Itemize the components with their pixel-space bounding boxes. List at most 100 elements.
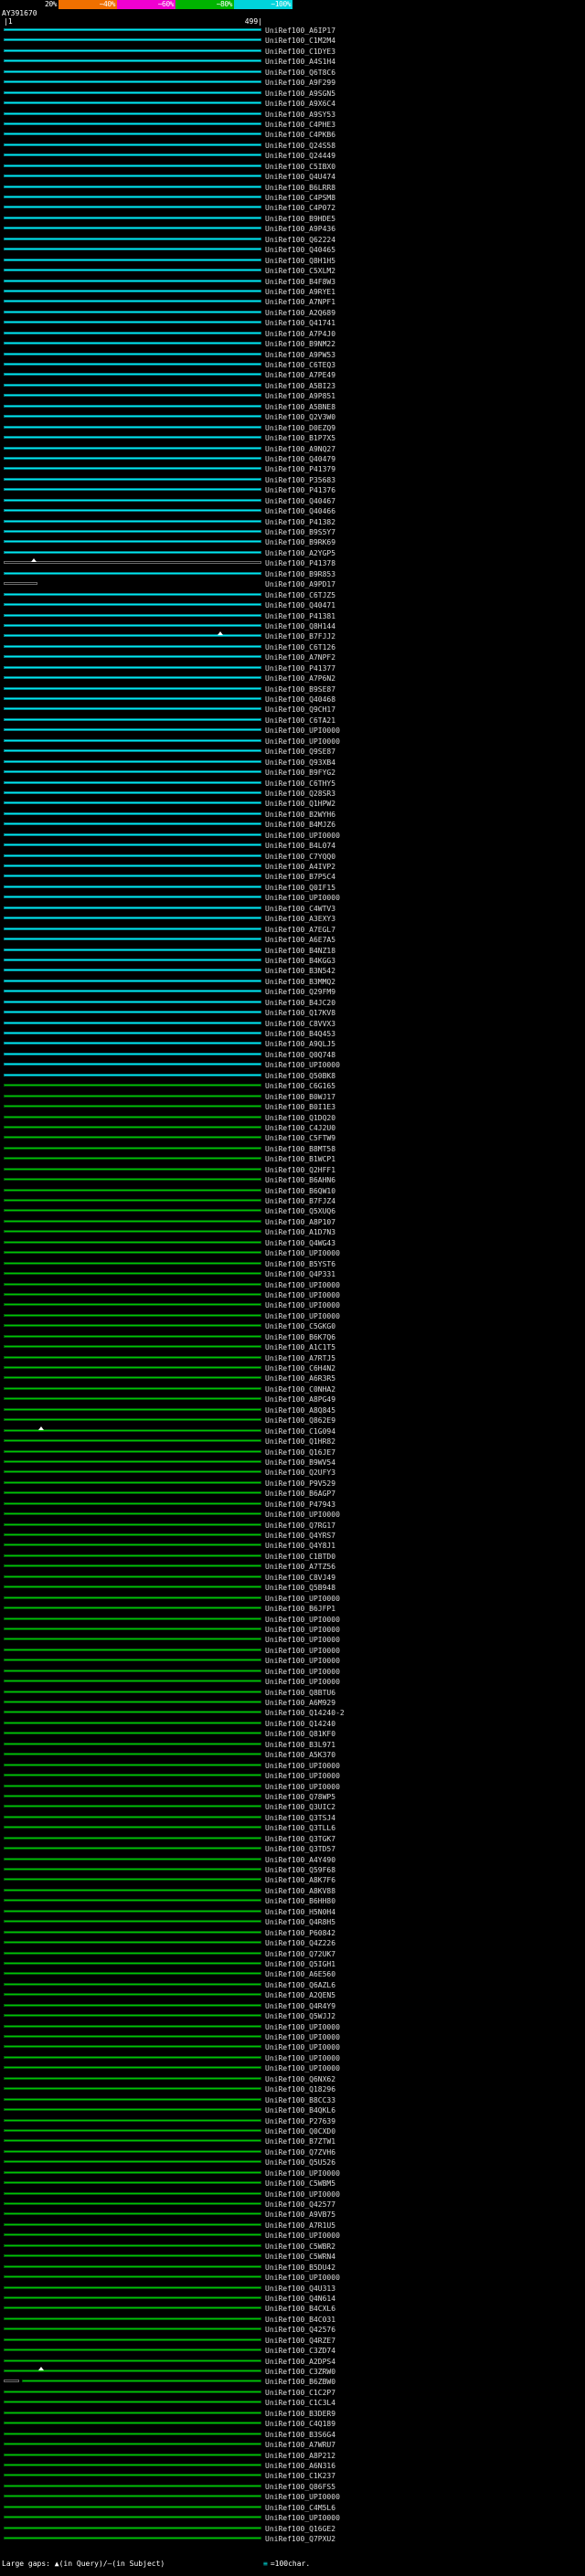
hit-bar[interactable] [4, 686, 261, 690]
hit-bar[interactable] [4, 467, 261, 471]
hit-bar[interactable] [4, 509, 261, 513]
hit-bar[interactable] [4, 2003, 261, 2007]
hit-bar[interactable] [4, 853, 261, 857]
hit-bar[interactable] [4, 1261, 261, 1265]
hit-bar[interactable] [4, 1648, 261, 1651]
hit-bar[interactable] [4, 1669, 261, 1672]
hit-bar[interactable] [4, 2233, 261, 2237]
hit-bar[interactable] [4, 2222, 261, 2226]
hit-bar[interactable] [4, 1209, 261, 1213]
hit-bar[interactable] [4, 446, 261, 450]
hit-bar[interactable] [4, 258, 261, 261]
hit-bar[interactable] [4, 1386, 261, 1390]
hit-bar[interactable] [4, 185, 261, 188]
hit-bar[interactable] [4, 2055, 261, 2059]
hit-bar[interactable] [4, 48, 261, 52]
hit-bar[interactable] [4, 1125, 261, 1129]
hit-bar[interactable] [4, 2264, 261, 2268]
hit-bar[interactable] [4, 1909, 261, 1913]
hit-bar[interactable] [4, 2285, 261, 2289]
hit-bar[interactable] [4, 477, 261, 481]
hit-bar[interactable] [4, 352, 261, 355]
hit-bar[interactable] [4, 164, 261, 167]
hit-bar[interactable] [4, 1617, 261, 1620]
hit-bar[interactable] [4, 436, 261, 440]
hit-bar[interactable] [4, 404, 261, 408]
hit-bar[interactable] [4, 1324, 261, 1328]
hit-bar[interactable] [4, 561, 261, 565]
hit-bar[interactable] [4, 1376, 261, 1380]
hit-bar[interactable] [4, 2295, 261, 2299]
hit-bar[interactable] [4, 1011, 261, 1014]
hit-bar[interactable] [4, 1690, 261, 1693]
hit-bar[interactable] [4, 2202, 261, 2205]
hit-bar[interactable] [4, 1115, 261, 1118]
hit-bar[interactable] [4, 1805, 261, 1808]
hit-bar[interactable] [4, 80, 261, 84]
hit-bar[interactable] [4, 2024, 261, 2028]
hit-bar[interactable] [4, 279, 261, 282]
hit-bar[interactable] [4, 1000, 261, 1003]
hit-bar[interactable] [4, 613, 261, 617]
hit-bar[interactable] [4, 1313, 261, 1317]
hit-bar[interactable] [4, 2463, 261, 2466]
hit-bar[interactable] [4, 1470, 261, 1474]
hit-bar[interactable] [4, 2045, 261, 2049]
hit-bar[interactable] [4, 540, 261, 544]
hit-bar[interactable] [4, 69, 261, 73]
hit-bar[interactable] [4, 373, 261, 376]
hit-bar[interactable] [4, 101, 261, 105]
hit-bar[interactable] [4, 1638, 261, 1641]
hit-bar[interactable] [4, 2348, 261, 2352]
hit-bar[interactable] [4, 90, 261, 94]
hit-bar[interactable] [4, 1449, 261, 1453]
hit-bar[interactable] [4, 530, 261, 533]
hit-bar[interactable] [4, 811, 261, 815]
hit-bar[interactable] [4, 331, 261, 334]
hit-bar[interactable] [4, 1439, 261, 1443]
hit-bar[interactable] [4, 1815, 261, 1818]
hit-bar[interactable] [4, 2066, 261, 2070]
hit-bar[interactable] [4, 1595, 261, 1599]
hit-bar[interactable] [4, 175, 261, 178]
hit-bar[interactable] [4, 1282, 261, 1286]
hit-bar[interactable] [4, 1659, 261, 1662]
hit-bar[interactable] [4, 1951, 261, 1955]
hit-bar[interactable] [4, 906, 261, 909]
hit-bar[interactable] [4, 2390, 261, 2393]
hit-bar[interactable] [4, 143, 261, 146]
hit-bar[interactable] [4, 843, 261, 847]
hit-bar[interactable] [4, 864, 261, 867]
hit-bar[interactable] [4, 571, 261, 575]
hit-bar[interactable] [4, 122, 261, 125]
hit-bar[interactable] [4, 885, 261, 888]
hit-bar[interactable] [4, 2411, 261, 2414]
hit-bar[interactable] [4, 1627, 261, 1630]
hit-bar[interactable] [4, 1763, 261, 1766]
hit-bar[interactable] [4, 2170, 261, 2174]
hit-bar[interactable] [4, 2401, 261, 2404]
hit-bar[interactable] [4, 1021, 261, 1024]
hit-bar[interactable] [4, 498, 261, 502]
hit-bar[interactable] [4, 1857, 261, 1860]
hit-bar[interactable] [4, 196, 261, 198]
hit-bar[interactable] [4, 456, 261, 460]
hit-bar[interactable] [4, 2516, 261, 2519]
hit-bar[interactable] [4, 321, 261, 324]
hit-bar[interactable] [4, 1219, 261, 1223]
hit-bar[interactable] [4, 665, 261, 669]
hit-bar[interactable] [4, 2327, 261, 2331]
hit-bar[interactable] [4, 248, 261, 251]
hit-bar[interactable] [4, 644, 261, 648]
hit-bar[interactable] [4, 206, 261, 209]
hit-bar[interactable] [4, 59, 261, 63]
hit-bar[interactable] [4, 1303, 261, 1307]
hit-bar[interactable] [4, 582, 38, 586]
hit-bar[interactable] [21, 2380, 261, 2383]
hit-bar[interactable] [4, 979, 261, 982]
hit-bar[interactable] [4, 1480, 261, 1484]
hit-bar[interactable] [4, 1711, 261, 1714]
hit-bar[interactable] [4, 990, 261, 993]
hit-bar[interactable] [4, 383, 261, 387]
hit-bar[interactable] [4, 1073, 261, 1076]
